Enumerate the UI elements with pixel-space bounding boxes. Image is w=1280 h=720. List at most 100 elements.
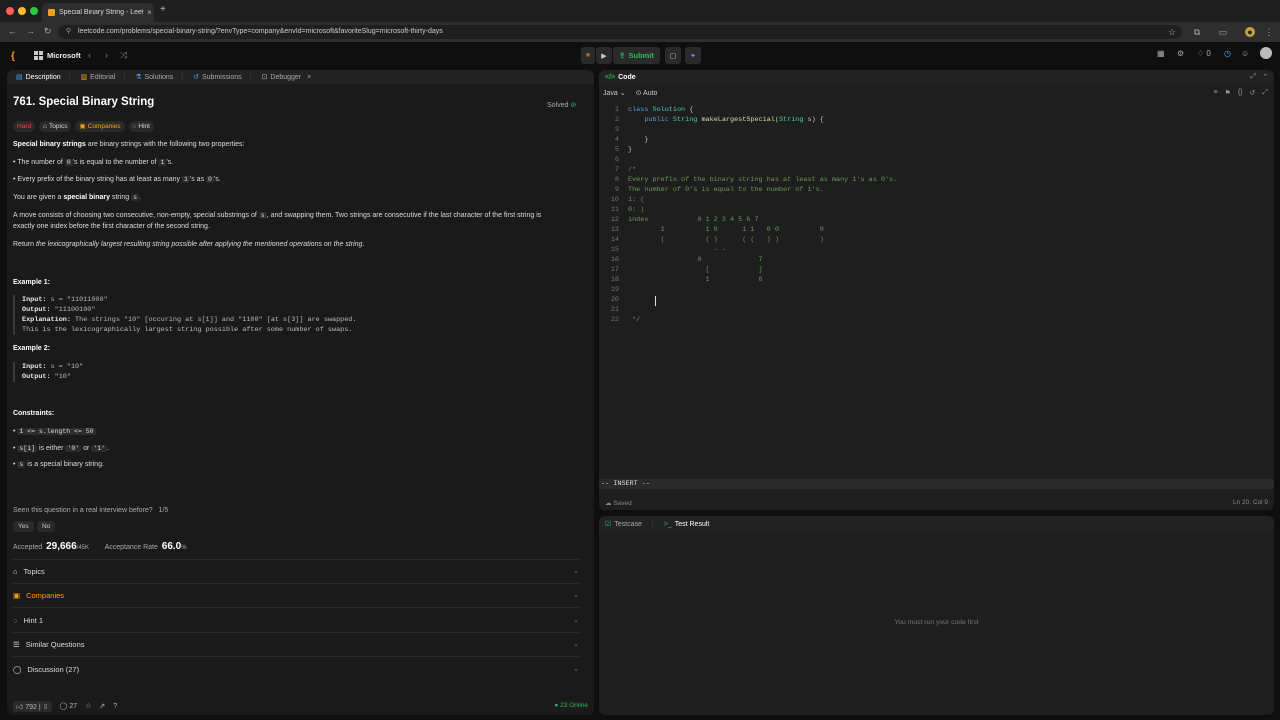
- line-content: [ ]: [628, 265, 762, 275]
- companies-section[interactable]: ▣ Companies ⌄: [13, 583, 579, 607]
- code-token: String: [778, 116, 804, 124]
- leetcode-favicon-icon: [48, 9, 55, 16]
- chrome-menu-icon[interactable]: ⋮: [1264, 27, 1274, 37]
- close-tab-icon[interactable]: ×: [307, 74, 311, 81]
- fullscreen-icon[interactable]: ⤢: [1262, 89, 1268, 97]
- code-token: s) {: [803, 116, 824, 124]
- comments-button[interactable]: ◯ 27: [60, 702, 78, 710]
- ai-assist-button[interactable]: ✦: [685, 47, 701, 64]
- streak-counter[interactable]: ♢ 0: [1197, 49, 1211, 58]
- language-select[interactable]: Java ⌄: [603, 89, 626, 97]
- constraint-2: s[i] is either '0' or '1'.: [13, 445, 109, 452]
- url-text: leetcode.com/problems/special-binary-str…: [78, 28, 443, 35]
- editorial-tab-icon: ▥: [80, 74, 88, 81]
- leetcode-logo-icon[interactable]: {: [11, 51, 20, 62]
- browser-tab[interactable]: Special Binary String - LeetC ×: [42, 3, 154, 22]
- format-icon[interactable]: ≡: [1213, 89, 1217, 97]
- tab-solutions[interactable]: ⚗ Solutions |: [130, 73, 188, 82]
- close-tab-icon[interactable]: ×: [147, 8, 152, 17]
- like-count: 792: [25, 703, 37, 711]
- tab-test-result[interactable]: >_ Test Result: [664, 521, 710, 528]
- problem-list-name[interactable]: Microsoft: [47, 51, 81, 60]
- profile-avatar[interactable]: ●: [1245, 27, 1255, 37]
- cast-icon[interactable]: ▭: [1218, 27, 1228, 37]
- tab-submissions[interactable]: ↺ Submissions |: [188, 73, 256, 82]
- auto-mode-toggle[interactable]: ⊙ Auto: [636, 89, 658, 97]
- topics-tag[interactable]: ⌂ Topics: [39, 121, 72, 132]
- back-icon[interactable]: ←: [8, 26, 17, 36]
- help-icon[interactable]: ?: [113, 703, 117, 710]
- companies-tag[interactable]: ▣ Companies: [75, 121, 125, 132]
- discussion-section[interactable]: ◯ Discussion (27) ⌄: [13, 657, 579, 681]
- url-bar[interactable]: ⚲ leetcode.com/problems/special-binary-s…: [58, 25, 1182, 39]
- tab-testcase[interactable]: ☑ Testcase: [605, 520, 642, 529]
- maximize-icon[interactable]: ⤢: [1250, 73, 1256, 81]
- code-panel: </> Code ⤢ ⌃ Java ⌄ ⊙ Auto ≡ ⚑ {} ↺ ⤢ 1 c…: [599, 70, 1274, 510]
- close-window-button[interactable]: [6, 7, 14, 15]
- browser-tabbar: Special Binary String - LeetC × +: [0, 0, 1280, 22]
- tag-icon: ⌂: [13, 566, 18, 576]
- code-editor[interactable]: 1 class Solution {2 public String makeLar…: [599, 105, 1274, 485]
- tag-icon: ⌂: [43, 123, 48, 130]
- prev-problem-icon[interactable]: ‹: [88, 50, 91, 60]
- run-button[interactable]: ▶: [596, 47, 612, 64]
- topics-section[interactable]: ⌂ Topics ⌄: [13, 559, 579, 583]
- favorite-icon[interactable]: ☆: [85, 702, 91, 710]
- collapse-icon[interactable]: ⌃: [1262, 73, 1268, 81]
- settings-icon[interactable]: ⚙: [1177, 49, 1184, 58]
- user-icon[interactable]: ☺: [1241, 49, 1249, 58]
- ex1-input: s = "11011000": [46, 296, 108, 304]
- code-token: 1: (: [628, 196, 645, 204]
- tab-debugger[interactable]: ⊡ Debugger ×: [257, 73, 317, 82]
- code-token: */: [628, 316, 641, 324]
- lock-icon: ▣: [13, 590, 21, 600]
- share-icon[interactable]: ⇗: [99, 702, 105, 710]
- tab-label: Editorial: [90, 73, 116, 81]
- site-info-icon[interactable]: ⚲: [66, 25, 71, 39]
- reload-icon[interactable]: ↻: [44, 26, 52, 37]
- return-text: Return the lexicographically largest res…: [13, 241, 364, 248]
- online-dot-icon: ●: [554, 702, 559, 709]
- tab-description[interactable]: ▤ Description |: [11, 73, 75, 82]
- submit-button[interactable]: ⇪ Submit: [613, 47, 660, 64]
- code-line: 4 }: [599, 135, 1274, 145]
- line-content: - -: [628, 245, 726, 255]
- tab-editorial[interactable]: ▥ Editorial |: [75, 73, 130, 82]
- like-button[interactable]: 👍︎ 792 | ⇩: [13, 700, 52, 712]
- code-line: 12 index 0 1 2 3 4 5 6 7: [599, 215, 1274, 225]
- line-number: 8: [614, 176, 619, 184]
- yes-button[interactable]: Yes: [13, 521, 34, 532]
- given-d: .: [138, 194, 141, 201]
- hint-tag[interactable]: ◌ Hint: [128, 121, 154, 132]
- no-button[interactable]: No: [37, 521, 56, 532]
- notes-button[interactable]: ▢: [665, 47, 681, 64]
- similar-questions-section[interactable]: ☰ Similar Questions ⌄: [13, 632, 579, 656]
- language-row: Java ⌄ ⊙ Auto: [603, 89, 657, 97]
- code-line: 2 public String makeLargestSpecial(Strin…: [599, 115, 1274, 125]
- user-avatar[interactable]: [1260, 47, 1272, 59]
- new-tab-button[interactable]: +: [160, 4, 166, 15]
- extensions-icon[interactable]: ⧉: [1192, 27, 1202, 37]
- code-token: makeLargestSpecial: [701, 116, 775, 124]
- line-number: 10: [610, 196, 619, 204]
- shuffle-icon[interactable]: ⤨: [120, 50, 127, 61]
- forward-icon[interactable]: →: [26, 26, 35, 36]
- timer-icon[interactable]: ◷: [1224, 49, 1231, 58]
- layout-icon[interactable]: ▦: [1157, 49, 1165, 58]
- code-token: 1 1 0 1 1 0 0 0: [628, 226, 824, 234]
- debug-button[interactable]: ■: [581, 47, 595, 64]
- property-2: Every prefix of the binary string has at…: [13, 176, 221, 183]
- code-line: 8 Every prefix of the binary string has a…: [599, 175, 1274, 185]
- bookmark-star-icon[interactable]: ☆: [1167, 27, 1177, 37]
- braces-icon[interactable]: {}: [1238, 89, 1243, 97]
- hint-section[interactable]: ◌ Hint 1 ⌄: [13, 608, 579, 632]
- prop2-a: Every prefix of the binary string has at…: [17, 176, 182, 183]
- next-problem-icon[interactable]: ›: [105, 50, 108, 60]
- maximize-window-button[interactable]: [30, 7, 38, 15]
- bookmark-icon[interactable]: ⚑: [1225, 89, 1231, 97]
- line-content: }: [628, 145, 632, 155]
- ex2-output-label: Output:: [22, 373, 51, 381]
- reset-icon[interactable]: ↺: [1250, 89, 1256, 97]
- minimize-window-button[interactable]: [18, 7, 26, 15]
- given-code: s: [131, 194, 139, 201]
